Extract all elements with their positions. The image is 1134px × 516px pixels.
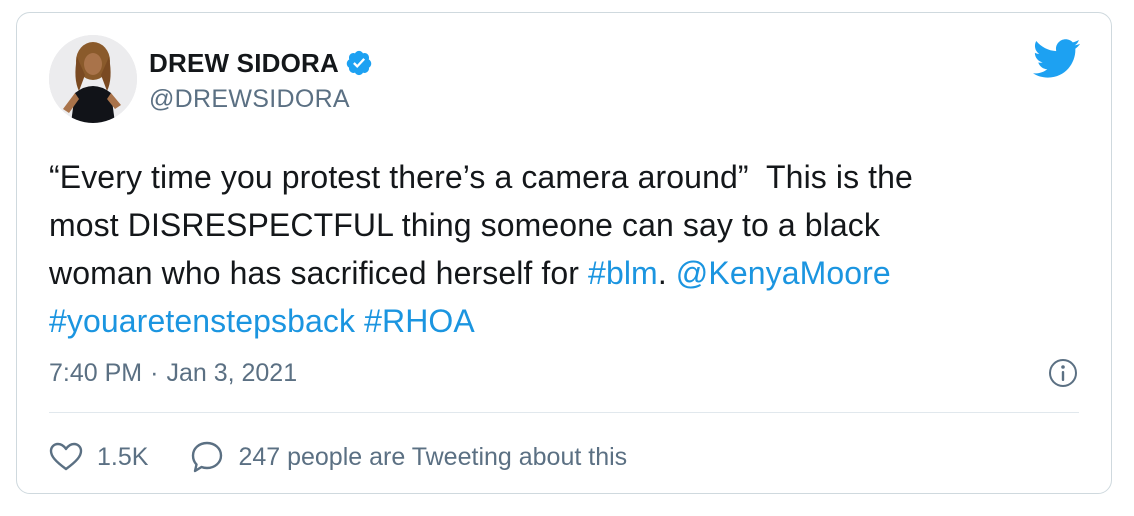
twitter-bird-icon[interactable] xyxy=(1032,39,1081,79)
conversation-button[interactable]: 247 people are Tweeting about this xyxy=(190,440,627,474)
tweet-text-segment xyxy=(355,303,364,339)
conversation-label: 247 people are Tweeting about this xyxy=(238,442,628,471)
divider xyxy=(49,412,1079,413)
tweet-text-line: most DISRESPECTFUL thing someone can say… xyxy=(49,201,1089,249)
tweet-text-segment: most DISRESPECTFUL thing someone can say… xyxy=(49,207,880,243)
tweet-text-segment: woman who has sacrificed herself for xyxy=(49,255,589,291)
avatar[interactable] xyxy=(49,35,137,123)
author-handle[interactable]: @DREWSIDORA xyxy=(149,85,350,114)
mention-link[interactable]: @KenyaMoore xyxy=(676,255,891,291)
tweet-card: DREW SIDORA @DREWSIDORA “Every time you … xyxy=(16,12,1112,494)
timestamp-separator: · xyxy=(150,359,159,387)
tweet-text-segment: . xyxy=(657,255,676,291)
tweet-timestamp[interactable]: 7:40 PM · Jan 3, 2021 xyxy=(49,359,297,388)
tweet-actions: 1.5K 247 people are Tweeting about this xyxy=(49,437,669,477)
info-icon[interactable] xyxy=(1047,357,1079,389)
author-name-row[interactable]: DREW SIDORA xyxy=(149,47,373,79)
hashtag-link[interactable]: #blm xyxy=(588,255,658,291)
tweet-text-line: “Every time you protest there’s a camera… xyxy=(49,153,1089,201)
tweet-date[interactable]: Jan 3, 2021 xyxy=(166,359,297,388)
tweet-text: “Every time you protest there’s a camera… xyxy=(49,153,1089,345)
heart-icon xyxy=(49,442,83,471)
avatar-image xyxy=(49,35,137,123)
author-display-name[interactable]: DREW SIDORA xyxy=(149,48,339,79)
hashtag-link[interactable]: #RHOA xyxy=(364,303,475,339)
tweet-time[interactable]: 7:40 PM xyxy=(49,359,142,388)
tweet-text-segment: “Every time you protest there’s a camera… xyxy=(49,159,913,195)
like-count: 1.5K xyxy=(97,442,149,471)
tweet-text-line: #youaretenstepsback #RHOA xyxy=(49,297,1089,345)
like-button[interactable]: 1.5K xyxy=(49,442,148,472)
tweet-text-line: woman who has sacrificed herself for #bl… xyxy=(49,249,1089,297)
speech-bubble-icon xyxy=(192,441,223,473)
verified-badge-icon xyxy=(345,49,373,77)
hashtag-link[interactable]: #youaretenstepsback xyxy=(49,303,355,339)
